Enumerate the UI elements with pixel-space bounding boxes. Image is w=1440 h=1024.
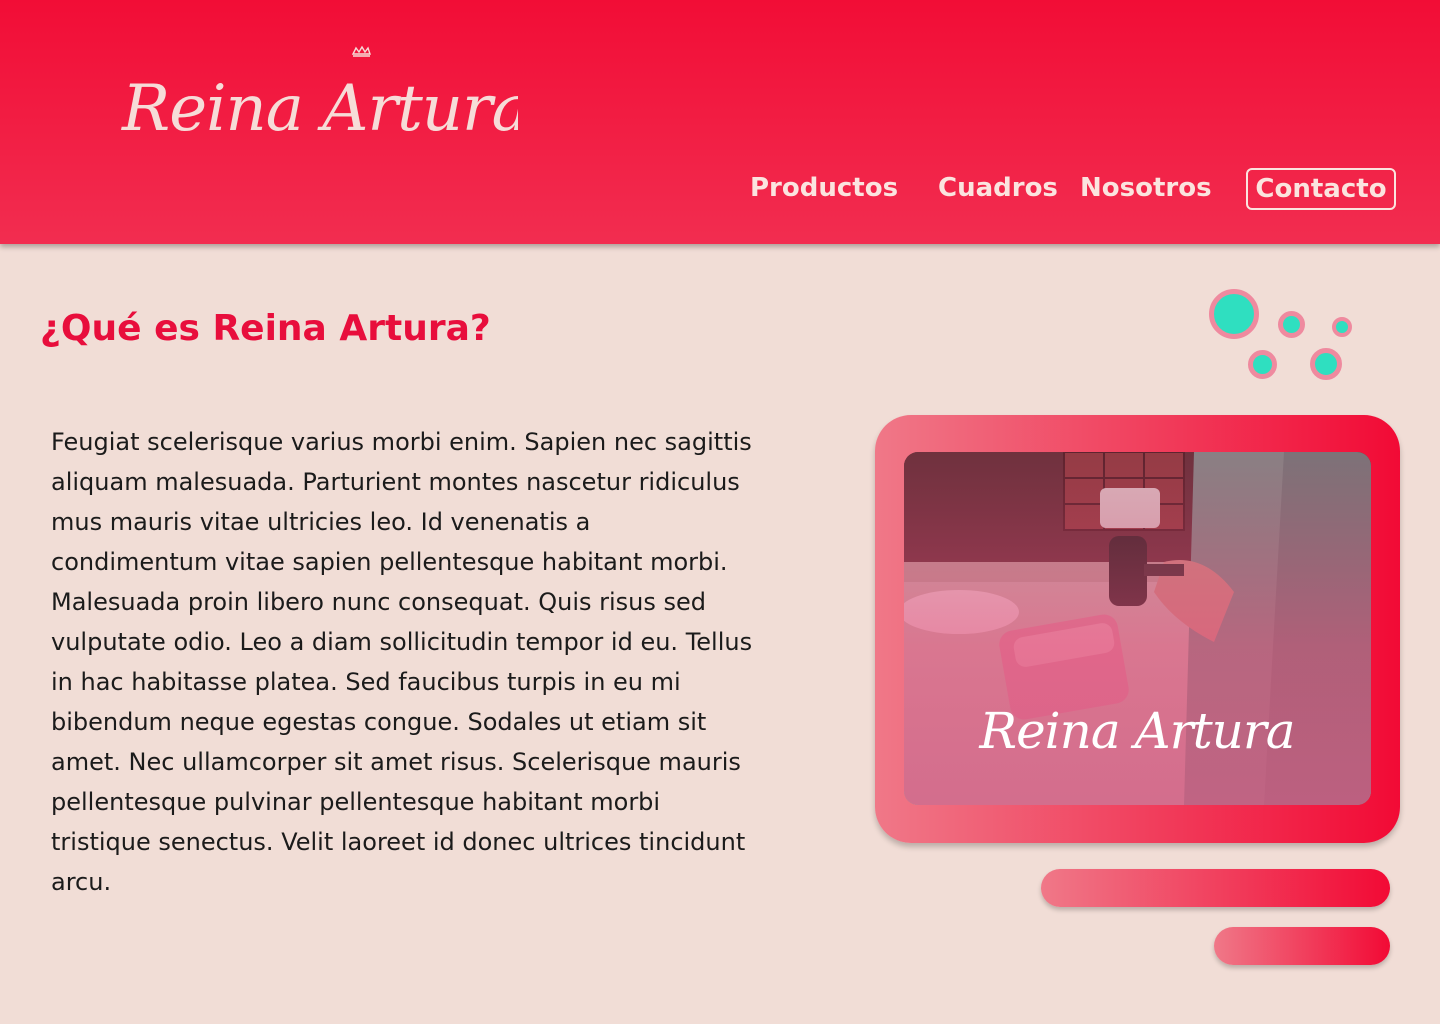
decor-dot [1209, 289, 1259, 339]
featured-image-frame: Reina Artura [875, 415, 1400, 843]
nav-contacto-button[interactable]: Contacto [1246, 168, 1396, 210]
decor-dot [1248, 350, 1277, 379]
decor-bar [1041, 869, 1390, 907]
site-header: Reina Artura Productos Cuadros Nosotros … [0, 0, 1440, 244]
brand-logo-text: Reina Artura [121, 72, 518, 146]
brand-logo[interactable]: Reina Artura [118, 40, 530, 150]
workshop-image: Reina Artura [904, 452, 1371, 805]
decor-dot [1310, 348, 1342, 380]
decor-bar [1214, 927, 1390, 965]
about-paragraph: Feugiat scelerisque varius morbi enim. S… [51, 428, 753, 896]
decor-dot [1332, 317, 1352, 337]
nav-nosotros[interactable]: Nosotros [1080, 168, 1212, 210]
crown-logo-icon: Reina Artura [121, 45, 530, 146]
workshop-photo: Reina Artura [904, 452, 1371, 805]
image-caption: Reina Artura [978, 702, 1294, 760]
nav-productos[interactable]: Productos [750, 168, 898, 210]
nav-cuadros[interactable]: Cuadros [938, 168, 1058, 210]
about-title: ¿Qué es Reina Artura? [40, 308, 491, 349]
decor-dot [1278, 311, 1305, 338]
